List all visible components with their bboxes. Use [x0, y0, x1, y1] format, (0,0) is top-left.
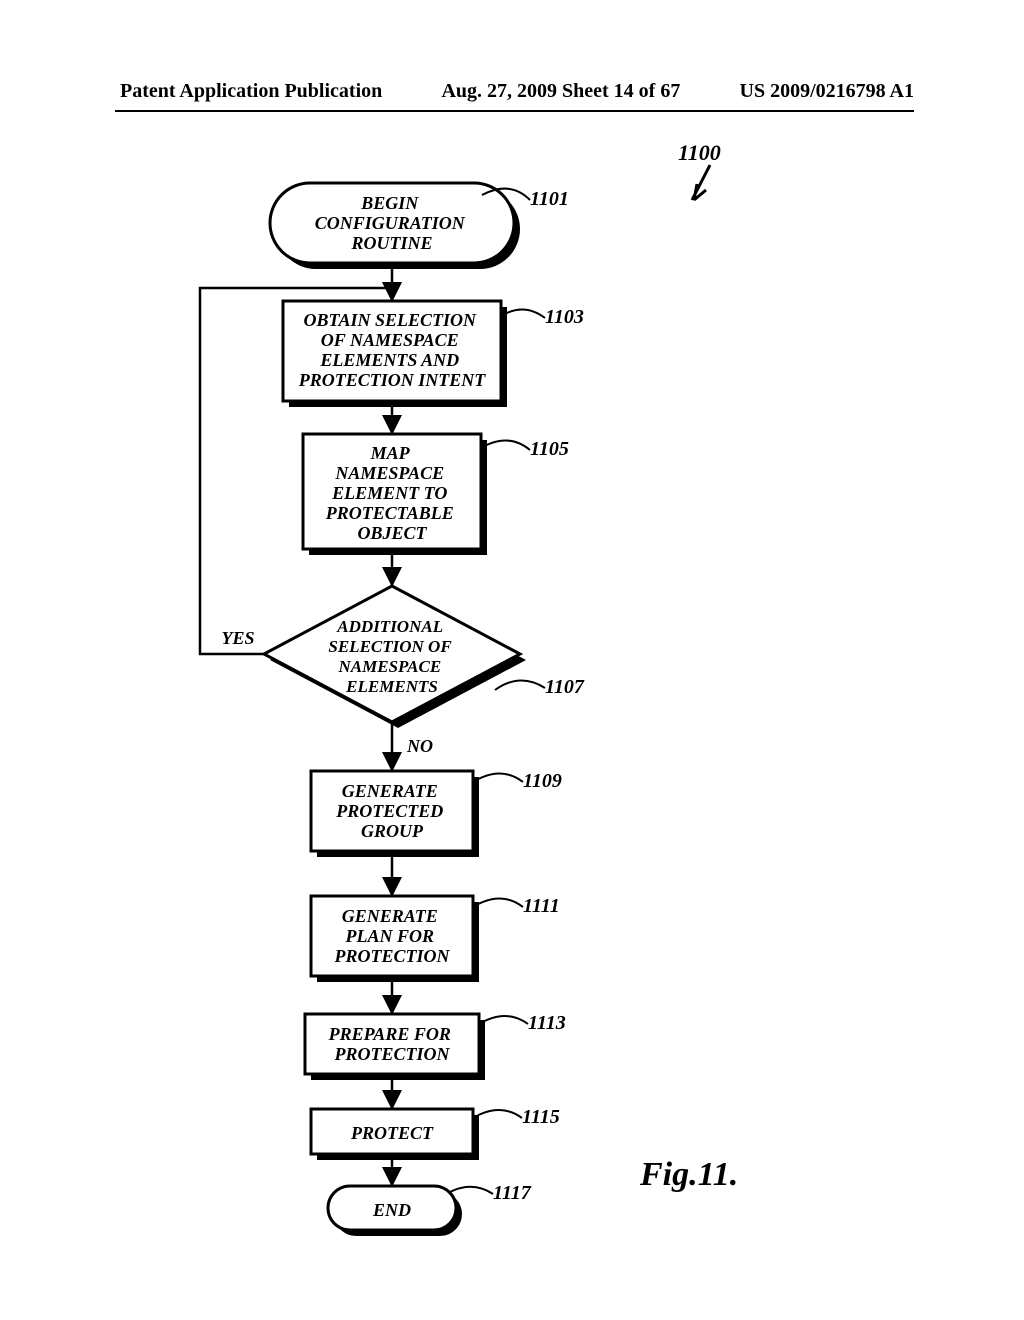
no-label: NO [406, 736, 433, 756]
ref-1115: 1115 [522, 1106, 560, 1128]
block-1115: PROTECT 1115 [311, 1106, 560, 1160]
block-1105: MAP NAMESPACE ELEMENT TO PROTECTABLE OBJ… [303, 434, 569, 555]
svg-text:PREPARE FOR PROTECTION: PREPARE FOR PROTECTION [328, 1024, 456, 1064]
ref-1113: 1113 [528, 1012, 566, 1034]
block-1103: OBTAIN SELECTION OF NAMESPACE ELEMENTS A… [283, 301, 584, 407]
block-1101: BEGIN CONFIGURATION ROUTINE 1101 [270, 183, 569, 269]
ref-1109: 1109 [523, 770, 562, 792]
block-1117: END 1117 [328, 1182, 532, 1236]
ref-1107: 1107 [545, 676, 585, 698]
svg-text:PROTECT: PROTECT [350, 1123, 434, 1143]
ref-1101: 1101 [530, 188, 569, 210]
block-1111: GENERATE PLAN FOR PROTECTION 1111 [311, 895, 560, 982]
block-1107: ADDITIONAL SELECTION OF NAMESPACE ELEMEN… [264, 586, 585, 728]
figure-ref: 1100 [678, 140, 721, 165]
block-1113: PREPARE FOR PROTECTION 1113 [305, 1012, 566, 1080]
figure-ref-group: 1100 [678, 140, 721, 200]
block-1109: GENERATE PROTECTED GROUP 1109 [311, 770, 562, 857]
figure-label: Fig.11. [639, 1156, 738, 1193]
ref-1117: 1117 [493, 1182, 532, 1204]
ref-1111: 1111 [523, 895, 560, 917]
ref-1103: 1103 [545, 306, 584, 328]
svg-text:ADDITIONAL SELECTION O: ADDITIONAL SELECTION OF NAMESPACE ELEMEN… [328, 617, 455, 696]
ref-1105: 1105 [530, 438, 569, 460]
svg-text:OBTAIN SELECTION OF NA: OBTAIN SELECTION OF NAMESPACE ELEMENTS A… [298, 310, 487, 390]
page: Patent Application Publication Aug. 27, … [0, 0, 1024, 1320]
yes-label: YES [221, 628, 254, 648]
svg-text:GENERATE PLAN FOR: GENERATE PLAN FOR PROTECTION [333, 906, 450, 966]
flowchart: 1100 BEGIN CONFIGURATION ROUTINE 1101 OB… [0, 0, 1024, 1320]
svg-text:END: END [372, 1200, 411, 1220]
